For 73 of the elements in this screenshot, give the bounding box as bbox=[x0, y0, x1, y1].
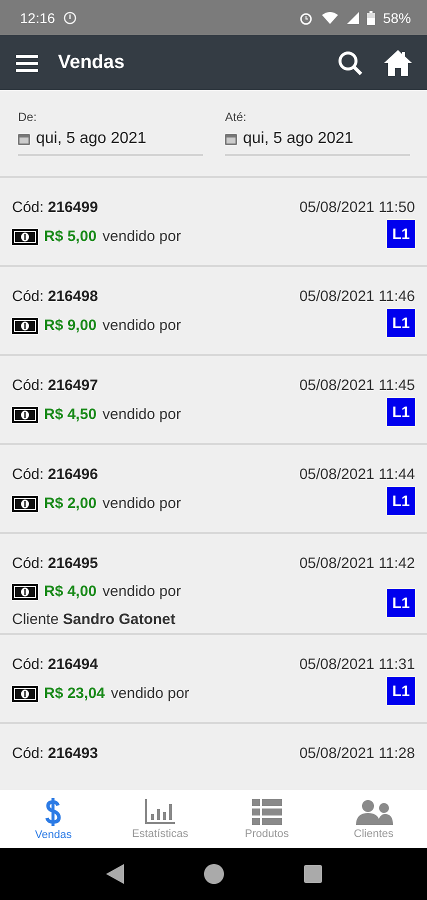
banknote-icon bbox=[12, 229, 38, 245]
banknote-icon bbox=[12, 686, 38, 702]
sale-row[interactable]: Cód: 216498 05/08/2021 11:46 R$ 9,00 vendido por L1 bbox=[0, 267, 427, 356]
dollar-icon bbox=[44, 798, 62, 826]
back-icon[interactable] bbox=[106, 864, 124, 884]
sale-datetime: 05/08/2021 11:46 bbox=[299, 287, 415, 307]
store-badge: L1 bbox=[387, 589, 415, 617]
sale-datetime: 05/08/2021 11:44 bbox=[299, 465, 415, 485]
sale-code: Cód: 216498 bbox=[12, 287, 99, 307]
sold-by-label: vendido por bbox=[102, 494, 181, 514]
sale-code: Cód: 216499 bbox=[12, 198, 99, 218]
battery-icon bbox=[366, 10, 375, 24]
client-name: Cliente Sandro Gatonet bbox=[12, 610, 176, 630]
sale-amount: R$ 9,00 bbox=[44, 316, 97, 336]
date-value: qui, 5 ago 2021 bbox=[243, 130, 354, 148]
wifi-icon bbox=[320, 10, 339, 24]
sale-code: Cód: 216496 bbox=[12, 465, 99, 485]
menu-icon bbox=[16, 54, 38, 72]
calendar-icon bbox=[18, 134, 30, 144]
sale-datetime: 05/08/2021 11:45 bbox=[299, 376, 415, 396]
alarm-icon bbox=[298, 10, 313, 24]
sale-amount: R$ 4,50 bbox=[44, 405, 97, 425]
sale-row[interactable]: Cód: 216495 05/08/2021 11:42 R$ 4,00 vendido por Cliente Sandro Gatonet L1 bbox=[0, 534, 427, 635]
banknote-icon bbox=[12, 496, 38, 512]
home-icon[interactable] bbox=[383, 48, 413, 76]
sale-code: Cód: 216494 bbox=[12, 655, 99, 675]
sold-by-label: vendido por bbox=[102, 316, 181, 336]
sale-amount: R$ 2,00 bbox=[44, 494, 97, 514]
people-icon bbox=[354, 798, 393, 824]
store-badge: L1 bbox=[387, 220, 415, 248]
menu-button[interactable] bbox=[16, 54, 38, 72]
search-icon[interactable] bbox=[337, 50, 363, 76]
sale-datetime: 05/08/2021 11:50 bbox=[299, 198, 415, 218]
sale-row[interactable]: Cód: 216496 05/08/2021 11:44 R$ 2,00 vendido por L1 bbox=[0, 445, 427, 534]
screen-title: Vendas bbox=[58, 52, 126, 74]
nav-tab[interactable]: Vendas bbox=[0, 790, 107, 848]
store-badge: L1 bbox=[387, 398, 415, 426]
banknote-icon bbox=[12, 318, 38, 334]
bar-chart-icon bbox=[145, 798, 176, 824]
store-badge: L1 bbox=[387, 487, 415, 515]
calendar-icon bbox=[225, 134, 237, 144]
sale-row[interactable]: Cód: 216494 05/08/2021 11:31 R$ 23,04 vendido por L1 bbox=[0, 635, 427, 724]
sold-by-label: vendido por bbox=[102, 227, 181, 247]
sale-row[interactable]: Cód: 216497 05/08/2021 11:45 R$ 4,50 vendido por L1 bbox=[0, 356, 427, 445]
store-badge: L1 bbox=[387, 677, 415, 705]
field-label: De: bbox=[18, 110, 38, 124]
sold-by-label: vendido por bbox=[102, 582, 181, 602]
sold-by-label: vendido por bbox=[110, 684, 190, 704]
store-badge: L1 bbox=[387, 309, 415, 337]
signal-icon bbox=[346, 12, 359, 24]
sale-row[interactable]: Cód: 216499 05/08/2021 11:50 R$ 5,00 vendido por L1 bbox=[0, 178, 427, 267]
field-label: Até: bbox=[225, 110, 248, 124]
sale-amount: R$ 5,00 bbox=[44, 227, 97, 247]
date-value: qui, 5 ago 2021 bbox=[36, 130, 146, 148]
date-field[interactable]: Até: qui, 5 ago 2021 bbox=[225, 110, 410, 156]
home-circle-icon[interactable] bbox=[204, 864, 224, 884]
sale-code: Cód: 216497 bbox=[12, 376, 99, 396]
clock-time: 12:16 bbox=[20, 10, 56, 26]
sold-by-label: vendido por bbox=[102, 405, 181, 425]
sale-datetime: 05/08/2021 11:28 bbox=[299, 744, 415, 764]
alert-icon bbox=[63, 10, 78, 24]
recents-icon[interactable] bbox=[304, 865, 322, 883]
sale-datetime: 05/08/2021 11:31 bbox=[299, 655, 415, 675]
banknote-icon bbox=[12, 584, 38, 600]
date-field[interactable]: De: qui, 5 ago 2021 bbox=[18, 110, 203, 156]
sale-code: Cód: 216495 bbox=[12, 554, 99, 574]
sale-datetime: 05/08/2021 11:42 bbox=[299, 554, 415, 574]
sale-amount: R$ 4,00 bbox=[44, 582, 97, 602]
battery-level: 58% bbox=[382, 10, 411, 26]
sale-code: Cód: 216493 bbox=[12, 744, 99, 764]
sale-amount: R$ 23,04 bbox=[44, 684, 105, 704]
banknote-icon bbox=[12, 407, 38, 423]
list-icon bbox=[252, 798, 282, 824]
